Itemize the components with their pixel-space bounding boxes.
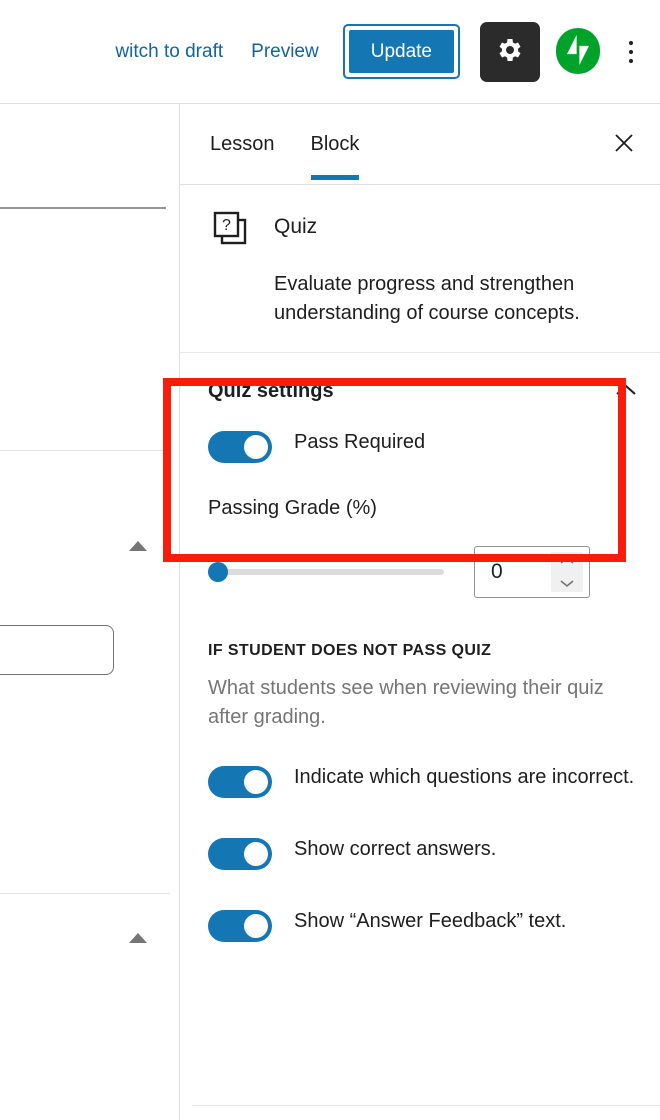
update-button[interactable]: Update [348, 30, 454, 73]
canvas-caret-up-icon [129, 933, 147, 943]
quiz-settings-collapse-button[interactable] [608, 373, 644, 409]
pass-required-toggle[interactable] [208, 431, 272, 463]
block-info-card: ? Quiz Evaluate progress and strengthen … [180, 185, 660, 353]
chevron-down-icon[interactable] [559, 575, 575, 593]
more-options-button[interactable] [612, 28, 650, 76]
canvas-block-divider [0, 893, 170, 894]
update-button-focus-ring: Update [342, 24, 460, 79]
settings-gear-button[interactable] [480, 21, 540, 82]
show-answer-feedback-label: Show “Answer Feedback” text. [294, 910, 567, 932]
canvas-separator-rule [0, 207, 166, 209]
preview-button[interactable]: Preview [237, 34, 333, 69]
canvas-block-divider [0, 450, 170, 451]
passing-grade-label: Passing Grade (%) [208, 497, 377, 519]
more-vertical-icon [629, 40, 633, 63]
gear-icon [495, 35, 525, 68]
passing-grade-number-field[interactable]: 0 [474, 546, 590, 598]
jetpack-button[interactable] [556, 28, 600, 75]
settings-sidebar: Lesson Block ? Quiz Evaluate progress an… [179, 104, 660, 1120]
pass-required-row: Pass Required [208, 429, 644, 463]
canvas-caret-up-icon [129, 541, 147, 551]
close-sidebar-button[interactable] [604, 124, 644, 164]
editor-toolbar: witch to draft Preview Update [0, 0, 660, 104]
quiz-settings-panel: Quiz settings Pass Required Passing Grad… [180, 353, 660, 942]
passing-grade-value: 0 [491, 560, 503, 583]
option-row: Show “Answer Feedback” text. [208, 908, 644, 942]
slider-track [208, 569, 444, 575]
slider-thumb[interactable] [208, 562, 228, 582]
toggle-knob [244, 770, 268, 794]
quiz-settings-header[interactable]: Quiz settings [208, 353, 644, 429]
passing-grade-control: 0 [208, 546, 644, 598]
block-title: Quiz [274, 215, 318, 238]
indicate-incorrect-label: Indicate which questions are incorrect. [294, 766, 635, 788]
tab-block[interactable]: Block [293, 108, 378, 180]
option-row: Indicate which questions are incorrect. [208, 764, 644, 798]
chevron-up-icon [614, 382, 638, 401]
canvas-text-field[interactable] [0, 625, 114, 675]
toolbar-actions: witch to draft Preview Update [115, 0, 650, 103]
jetpack-icon [556, 28, 600, 75]
switch-to-draft-button[interactable]: witch to draft [115, 34, 237, 69]
tab-lesson[interactable]: Lesson [192, 108, 293, 180]
option-row: Show correct answers. [208, 836, 644, 870]
svg-text:?: ? [222, 217, 231, 234]
quiz-settings-title: Quiz settings [208, 379, 334, 402]
fail-quiz-options: Indicate which questions are incorrect. … [208, 764, 644, 942]
close-icon [612, 131, 636, 158]
indicate-incorrect-toggle[interactable] [208, 766, 272, 798]
quiz-icon: ? [208, 207, 252, 256]
chevron-up-icon[interactable] [559, 552, 575, 570]
toggle-knob [244, 842, 268, 866]
show-correct-answers-label: Show correct answers. [294, 838, 497, 860]
editor-canvas [0, 104, 179, 1120]
passing-grade-stepper[interactable] [551, 552, 583, 592]
toggle-knob [244, 435, 268, 459]
fail-quiz-heading: IF STUDENT DOES NOT PASS QUIZ [208, 642, 492, 659]
fail-quiz-section: IF STUDENT DOES NOT PASS QUIZ What stude… [208, 642, 644, 942]
pass-required-label: Pass Required [294, 431, 426, 453]
fail-quiz-description: What students see when reviewing their q… [208, 677, 604, 728]
toggle-knob [244, 914, 268, 938]
sidebar-bottom-divider [192, 1105, 660, 1106]
show-answer-feedback-toggle[interactable] [208, 910, 272, 942]
block-header: ? Quiz [208, 207, 644, 256]
show-correct-answers-toggle[interactable] [208, 838, 272, 870]
block-description: Evaluate progress and strengthen underst… [274, 273, 580, 324]
sidebar-tabbar: Lesson Block [180, 104, 660, 185]
passing-grade-slider[interactable] [208, 561, 444, 583]
